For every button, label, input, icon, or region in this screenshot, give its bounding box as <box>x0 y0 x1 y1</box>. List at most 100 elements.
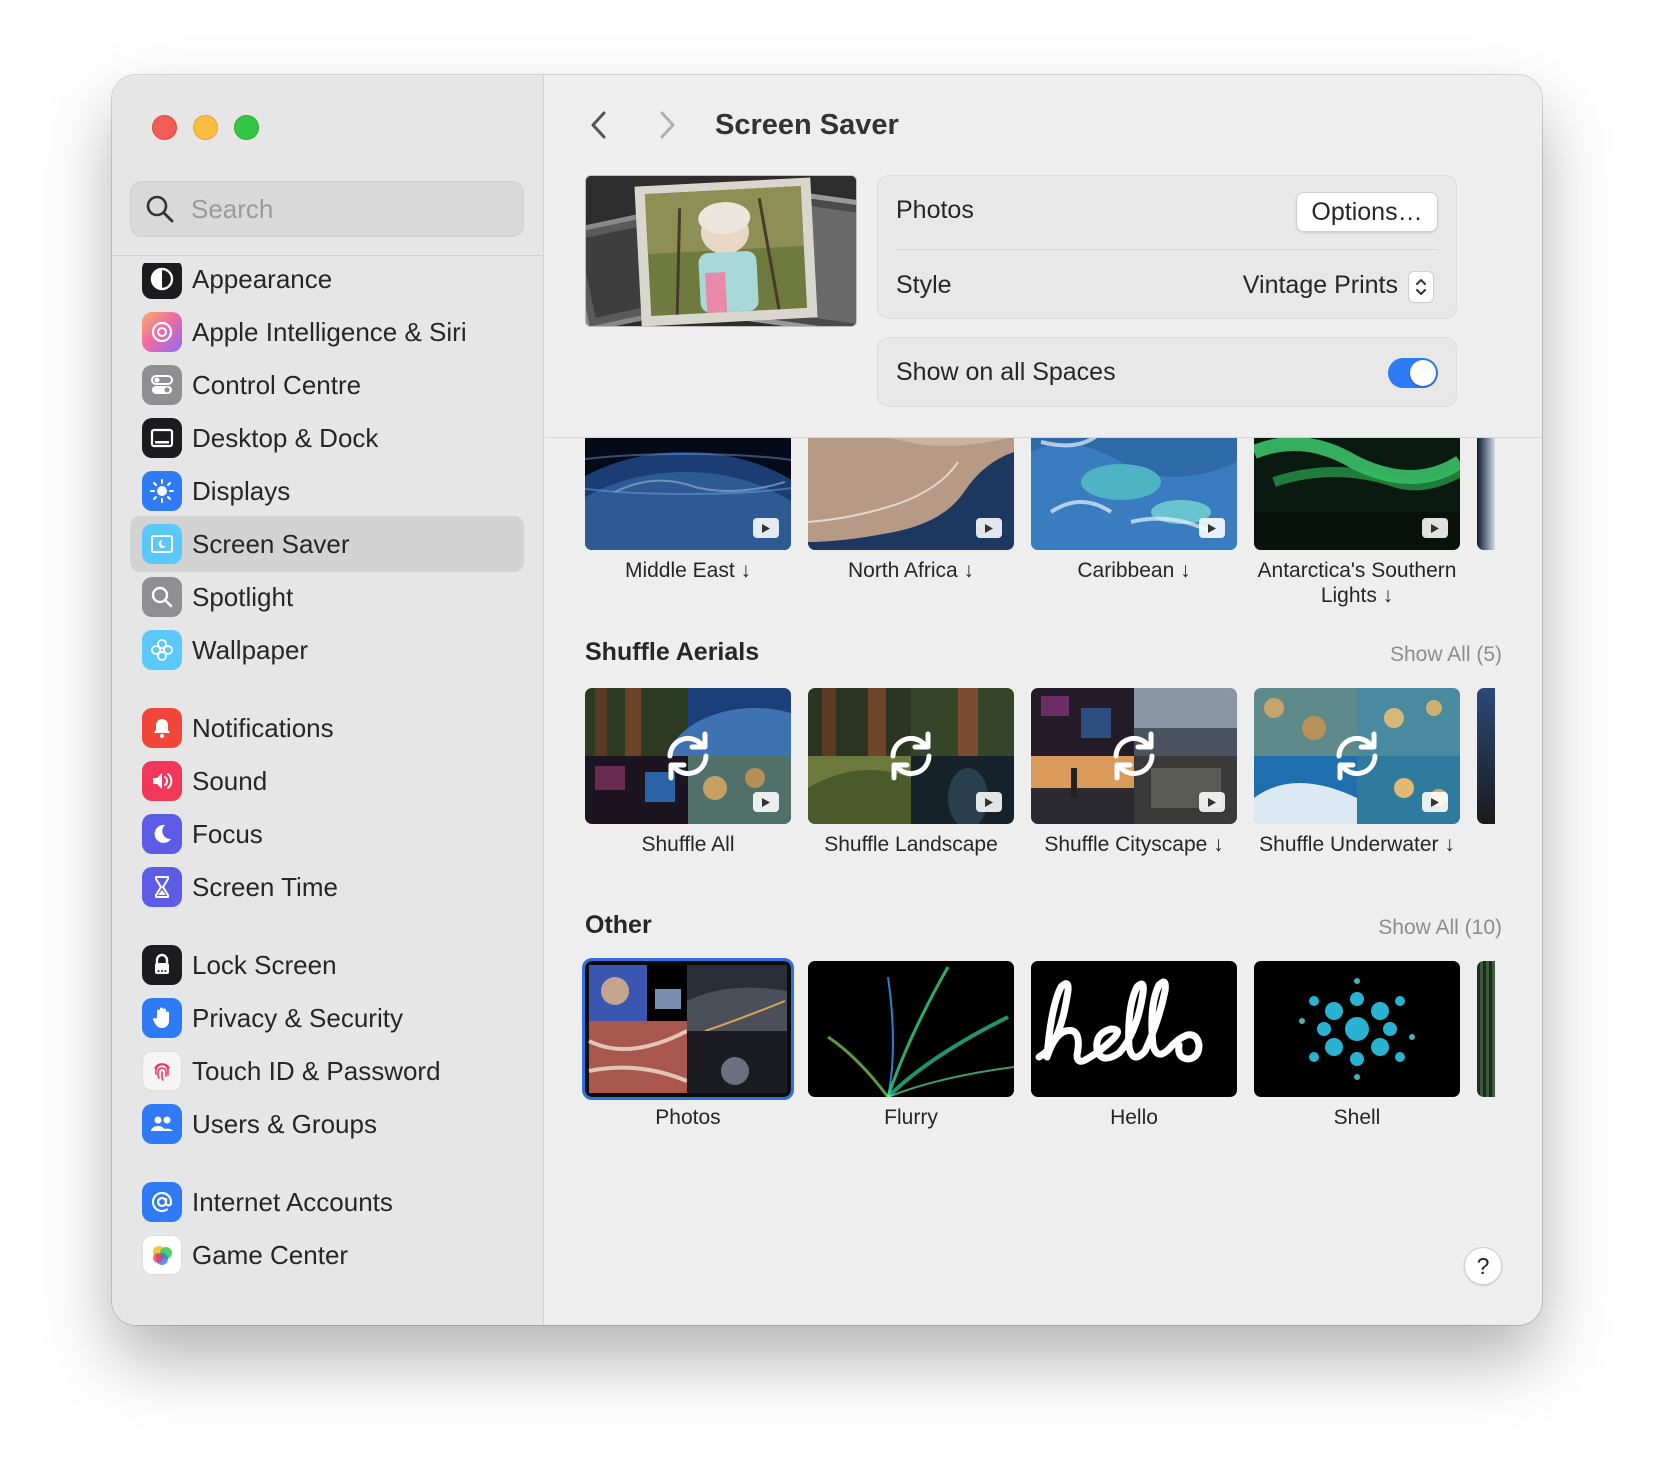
sidebar-item-control-centre[interactable]: Control Centre <box>130 357 524 413</box>
tile-north-africa[interactable] <box>808 438 1014 550</box>
style-label: Style <box>896 271 952 299</box>
sidebar-item-lock-screen[interactable]: Lock Screen <box>130 937 524 993</box>
sidebar-list: Appearance Apple Intelligence & Siri Con… <box>130 263 524 1325</box>
show-all-spaces-toggle[interactable] <box>1388 358 1438 388</box>
sidebar-item-privacy-security[interactable]: Privacy & Security <box>130 990 524 1046</box>
screen-saver-preview <box>585 175 857 327</box>
sidebar-item-spotlight[interactable]: Spotlight <box>130 569 524 625</box>
sidebar-item-label: Internet Accounts <box>192 1186 393 1217</box>
play-video-icon <box>753 518 779 538</box>
sidebar-divider <box>112 255 543 256</box>
play-video-icon <box>1422 518 1448 538</box>
shuffle-icon <box>890 731 932 781</box>
back-button[interactable] <box>579 105 619 145</box>
shuffle-icon <box>667 731 709 781</box>
wallpaper-icon <box>142 630 182 670</box>
style-popup-value[interactable]: Vintage Prints <box>1243 271 1398 300</box>
play-video-icon <box>1422 792 1448 812</box>
notifications-icon <box>142 708 182 748</box>
help-button[interactable]: ? <box>1464 1247 1502 1285</box>
tile-label: Photos <box>655 1106 721 1129</box>
sidebar-item-label: Touch ID & Password <box>192 1055 441 1086</box>
tile-shuffle-underwater[interactable] <box>1254 688 1460 824</box>
tile-label: North Africa ↓ <box>847 559 975 582</box>
tile-label: Shuffle Underwater ↓ <box>1259 833 1455 856</box>
page-title: Screen Saver <box>715 109 899 141</box>
sidebar-item-label: Notifications <box>192 712 334 743</box>
sidebar-item-internet-accounts[interactable]: Internet Accounts <box>130 1174 524 1230</box>
options-button[interactable]: Options… <box>1296 192 1438 232</box>
spotlight-icon <box>142 577 182 617</box>
sidebar-item-label: Wallpaper <box>192 634 309 665</box>
displays-icon <box>142 471 182 511</box>
sidebar-item-displays[interactable]: Displays <box>130 463 524 519</box>
search-field[interactable]: Search <box>130 181 524 237</box>
fingerprint-icon <box>142 1051 182 1091</box>
tile-peek-next[interactable] <box>1477 438 1495 550</box>
sidebar-item-label: Displays <box>192 475 291 506</box>
focus-moon-icon <box>142 814 182 854</box>
sidebar-item-screen-time[interactable]: Screen Time <box>130 859 524 915</box>
sidebar-item-label: Appearance <box>192 263 333 294</box>
screen-saver-gallery[interactable]: Middle East ↓ North Africa ↓ Caribbean ↓… <box>545 438 1542 1325</box>
sidebar-item-screen-saver[interactable]: Screen Saver <box>130 516 524 572</box>
sidebar-item-game-center[interactable]: Game Center <box>130 1227 524 1283</box>
lock-icon <box>142 945 182 985</box>
sidebar-item-apple-intelligence-siri[interactable]: Apple Intelligence & Siri <box>130 304 524 360</box>
play-video-icon <box>976 792 1002 812</box>
style-popup-button[interactable] <box>1408 271 1434 303</box>
sidebar-item-touch-id-password[interactable]: Touch ID & Password <box>130 1043 524 1099</box>
shuffle-icon <box>1336 731 1378 781</box>
spaces-card: Show on all Spaces <box>877 337 1457 407</box>
search-icon <box>146 195 174 223</box>
tile-antarctica-southern-lights[interactable] <box>1254 438 1460 550</box>
tile-label: Shuffle Landscape <box>824 833 998 856</box>
tile-shell[interactable] <box>1254 961 1460 1097</box>
tile-label: Shuffle Cityscape ↓ <box>1044 833 1224 856</box>
window-controls <box>152 115 259 140</box>
tile-label: Hello <box>1110 1106 1158 1129</box>
show-all-spaces-label: Show on all Spaces <box>896 358 1116 386</box>
appearance-icon <box>142 263 182 299</box>
siri-icon <box>142 312 182 352</box>
tile-label: Caribbean ↓ <box>1077 559 1191 582</box>
tile-label: Shell <box>1333 1106 1381 1129</box>
play-video-icon <box>1199 518 1225 538</box>
sidebar-item-focus[interactable]: Focus <box>130 806 524 862</box>
minimize-button[interactable] <box>193 115 218 140</box>
sidebar-item-users-groups[interactable]: Users & Groups <box>130 1096 524 1152</box>
tile-shuffle-all[interactable] <box>585 688 791 824</box>
chevron-up-down-icon <box>1416 279 1426 295</box>
desktop-dock-icon <box>142 418 182 458</box>
sidebar-item-notifications[interactable]: Notifications <box>130 700 524 756</box>
sidebar-item-sound[interactable]: Sound <box>130 753 524 809</box>
section-title-other: Other <box>585 911 652 939</box>
play-video-icon <box>1199 792 1225 812</box>
show-all-shuffle-link[interactable]: Show All (5) <box>1390 643 1502 667</box>
tile-peek-next[interactable] <box>1477 688 1495 824</box>
zoom-button[interactable] <box>234 115 259 140</box>
tile-shuffle-landscape[interactable] <box>808 688 1014 824</box>
users-icon <box>142 1104 182 1144</box>
tile-middle-east[interactable] <box>585 438 791 550</box>
sidebar-item-label: Focus <box>192 818 263 849</box>
sidebar-item-label: Apple Intelligence & Siri <box>192 316 467 347</box>
sidebar-item-wallpaper[interactable]: Wallpaper <box>130 622 524 678</box>
game-center-icon <box>142 1235 182 1275</box>
close-button[interactable] <box>152 115 177 140</box>
tile-hello[interactable] <box>1031 961 1237 1097</box>
tile-flurry[interactable] <box>808 961 1014 1097</box>
settings-window: Search Appearance Apple Intelligence & S… <box>112 75 1542 1325</box>
sidebar-item-label: Screen Time <box>192 871 338 902</box>
show-all-other-link[interactable]: Show All (10) <box>1378 916 1502 940</box>
tile-peek-next[interactable] <box>1477 961 1495 1097</box>
play-video-icon <box>753 792 779 812</box>
sound-icon <box>142 761 182 801</box>
tile-label: Antarctica's Southern Lights ↓ <box>1257 559 1457 607</box>
tile-caribbean[interactable] <box>1031 438 1237 550</box>
tile-photos[interactable] <box>582 958 794 1100</box>
forward-button[interactable] <box>647 105 687 145</box>
tile-shuffle-cityscape[interactable] <box>1031 688 1237 824</box>
sidebar-item-desktop-dock[interactable]: Desktop & Dock <box>130 410 524 466</box>
sidebar-item-appearance[interactable]: Appearance <box>130 263 524 307</box>
